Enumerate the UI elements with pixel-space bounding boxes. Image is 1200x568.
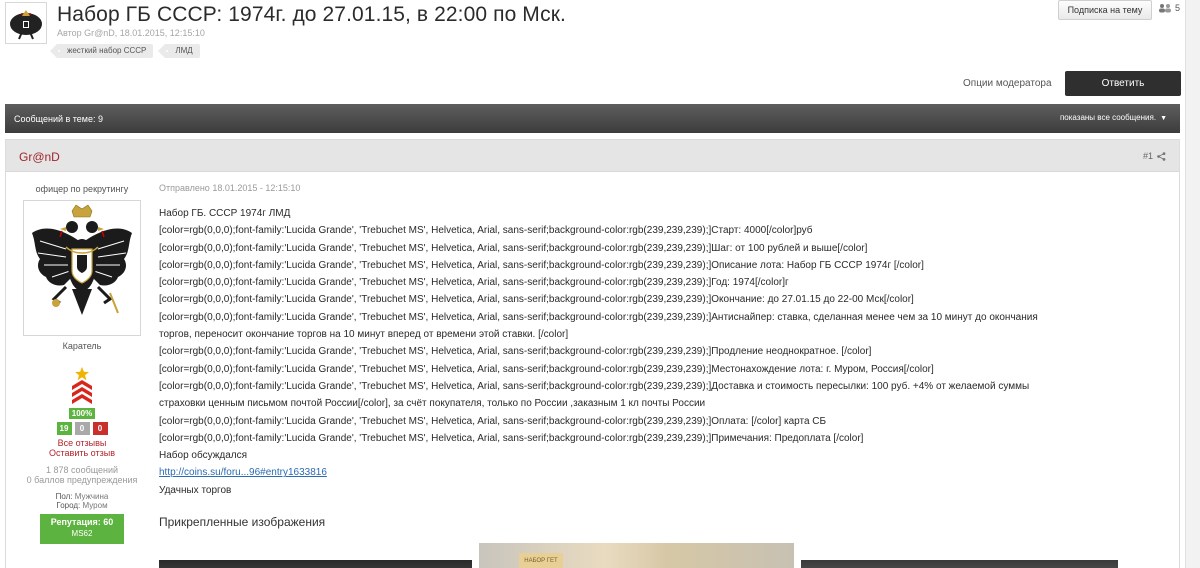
author-panel: офицер по рекрутингу Каратель 100% 19 0 … bbox=[17, 184, 147, 544]
post-line: [color=rgb(0,0,0);font-family:'Lucida Gr… bbox=[159, 380, 1030, 392]
gender-field: Пол: Мужчина bbox=[17, 492, 147, 501]
reputation-grade: MS62 bbox=[71, 529, 93, 538]
negative-count: 0 bbox=[92, 422, 108, 435]
discussion-link[interactable]: http://coins.su/foru...96#entry1633816 bbox=[159, 467, 327, 478]
topic-bar: Сообщений в теме: 9 показаны все сообщен… bbox=[5, 104, 1180, 133]
positive-count: 19 bbox=[56, 422, 72, 435]
reply-button[interactable]: Ответить bbox=[1065, 71, 1181, 96]
feedback-counters: 19 0 0 bbox=[17, 422, 147, 435]
member-title: офицер по рекрутингу bbox=[35, 184, 129, 194]
post-line: [color=rgb(0,0,0);font-family:'Lucida Gr… bbox=[159, 432, 864, 444]
tag-list: жесткий набор СССР ЛМД bbox=[49, 44, 200, 58]
chevron-down-icon: ▼ bbox=[1160, 115, 1167, 122]
share-icon bbox=[1157, 151, 1166, 161]
post-line: торгов, переносит окончание торгов на 10… bbox=[159, 329, 569, 341]
member-group: Каратель bbox=[62, 341, 102, 351]
reputation-badge: Репутация: 60 MS62 bbox=[40, 514, 124, 544]
author-avatar[interactable] bbox=[23, 200, 141, 336]
attachment-plate-text: НАБОР ГЕТ bbox=[519, 553, 563, 568]
post-author-link[interactable]: Gr@nD bbox=[19, 150, 60, 164]
post-line: Удачных торгов bbox=[159, 484, 232, 496]
gender-value: Мужчина bbox=[74, 492, 109, 501]
all-reviews-link[interactable]: Все отзывы bbox=[17, 438, 147, 448]
attachments-heading: Прикрепленные изображения bbox=[159, 515, 326, 529]
city-field: Город: Муром bbox=[17, 501, 147, 510]
post-line: [color=rgb(0,0,0);font-family:'Lucida Gr… bbox=[159, 415, 827, 427]
tag-item[interactable]: жесткий набор СССР bbox=[49, 44, 154, 58]
post-line: [color=rgb(0,0,0);font-family:'Lucida Gr… bbox=[159, 294, 914, 306]
followers-count[interactable]: 5 bbox=[1158, 3, 1180, 13]
city-label: Город: bbox=[56, 501, 81, 510]
moderator-options-link[interactable]: Опции модератора bbox=[963, 78, 1052, 89]
page-scrollbar[interactable] bbox=[1185, 0, 1200, 568]
warning-points: 0 баллов предупреждения bbox=[26, 475, 138, 485]
post-header: Gr@nD #1 bbox=[6, 140, 1179, 172]
post-line: [color=rgb(0,0,0);font-family:'Lucida Gr… bbox=[159, 242, 868, 254]
topic-starter-avatar[interactable] bbox=[5, 2, 47, 44]
gender-label: Пол: bbox=[55, 492, 73, 501]
post-line: Набор обсуждался bbox=[159, 450, 248, 462]
post-count: Сообщений в теме: 9 bbox=[14, 114, 104, 124]
display-filter-label: показаны все сообщения. bbox=[1059, 113, 1157, 122]
leave-review-link[interactable]: Оставить отзыв bbox=[17, 448, 147, 458]
city-value: Муром bbox=[82, 501, 108, 510]
imperial-eagle-icon bbox=[26, 203, 138, 333]
positive-feedback-badge: 100% bbox=[68, 408, 96, 419]
post-line: страховки ценным письмом почтой России[/… bbox=[159, 398, 706, 410]
reputation-value: Репутация: 60 bbox=[50, 517, 114, 527]
attachment-thumbnail[interactable] bbox=[801, 560, 1118, 568]
post-content: Набор ГБ. СССР 1974г ЛМД [color=rgb(0,0,… bbox=[159, 205, 1164, 499]
attachment-thumbnail[interactable] bbox=[159, 560, 472, 568]
post: Gr@nD #1 офицер по рекрутингу Каратель 1… bbox=[5, 139, 1180, 568]
post-date: Отправлено 18.01.2015 - 12:15:10 bbox=[159, 183, 301, 193]
post-line: [color=rgb(0,0,0);font-family:'Lucida Gr… bbox=[159, 346, 872, 358]
post-number-label: #1 bbox=[1142, 151, 1153, 161]
tag-item[interactable]: ЛМД bbox=[158, 44, 200, 58]
attachment-thumbnail[interactable]: НАБОР ГЕТ bbox=[479, 543, 794, 568]
post-line: [color=rgb(0,0,0);font-family:'Lucida Gr… bbox=[159, 225, 813, 237]
rank-chevrons-icon bbox=[72, 367, 92, 404]
topic-author-meta: Автор Gr@nD, 18.01.2015, 12:15:10 bbox=[57, 28, 205, 38]
eagle-icon bbox=[7, 4, 45, 42]
post-line: [color=rgb(0,0,0);font-family:'Lucida Gr… bbox=[159, 277, 789, 289]
post-number[interactable]: #1 bbox=[1143, 151, 1166, 161]
followers-number: 5 bbox=[1175, 3, 1181, 13]
users-icon bbox=[1159, 4, 1171, 13]
follow-topic-button[interactable]: Подписка на тему bbox=[1058, 0, 1152, 20]
rank-insignia bbox=[70, 366, 94, 406]
post-line: [color=rgb(0,0,0);font-family:'Lucida Gr… bbox=[159, 259, 924, 271]
post-line: [color=rgb(0,0,0);font-family:'Lucida Gr… bbox=[159, 363, 934, 375]
post-total: 1 878 сообщений bbox=[45, 465, 119, 475]
post-line: Набор ГБ. СССР 1974г ЛМД bbox=[159, 208, 291, 219]
post-line: [color=rgb(0,0,0);font-family:'Lucida Gr… bbox=[159, 311, 1038, 323]
neutral-count: 0 bbox=[74, 422, 90, 435]
display-filter[interactable]: показаны все сообщения. ▼ bbox=[1060, 113, 1167, 122]
page-title: Набор ГБ СССР: 1974г. до 27.01.15, в 22:… bbox=[57, 3, 566, 26]
